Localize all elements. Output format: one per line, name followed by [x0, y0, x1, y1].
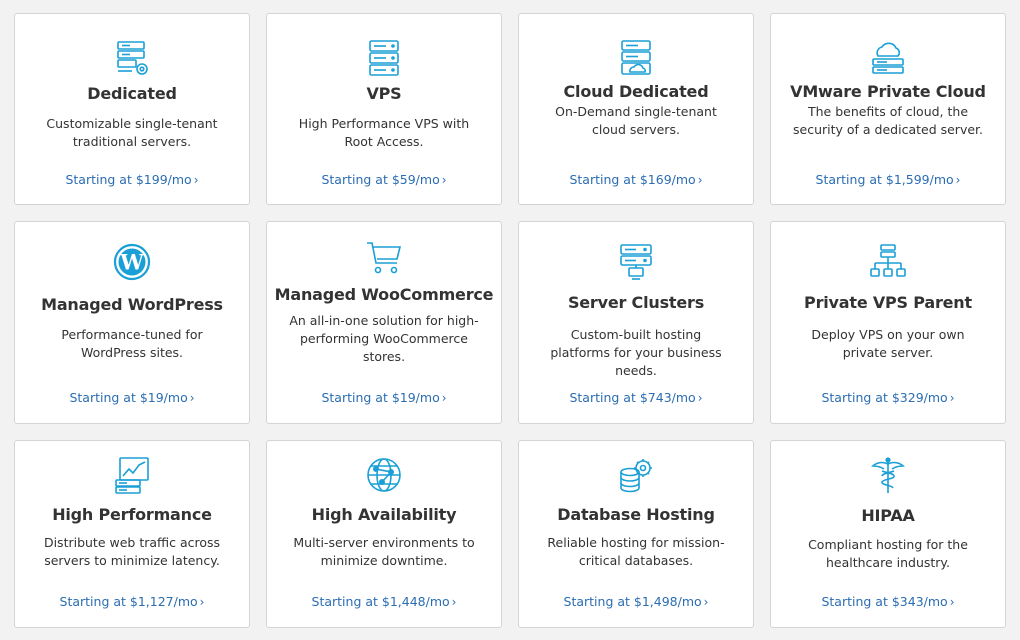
starting-price-link[interactable]: Starting at $743/mo › — [519, 390, 753, 405]
starting-price-link[interactable]: Starting at $19/mo › — [267, 390, 501, 405]
product-card[interactable]: High Performance Distribute web traffic a… — [14, 440, 250, 628]
server-gear-icon — [112, 38, 152, 78]
chevron-right-icon: › — [199, 595, 205, 609]
starting-price-link[interactable]: Starting at $169/mo › — [519, 172, 753, 187]
starting-price-link[interactable]: Starting at $1,448/mo › — [267, 594, 501, 609]
product-card[interactable]: VPS High Performance VPS with Root Access… — [266, 13, 502, 205]
chevron-right-icon: › — [441, 173, 447, 187]
starting-price-link[interactable]: Starting at $59/mo › — [267, 172, 501, 187]
chevron-right-icon: › — [441, 391, 447, 405]
product-description: Performance-tuned for WordPress sites. — [61, 327, 203, 360]
chevron-right-icon: › — [949, 391, 955, 405]
product-card[interactable]: Server Clusters Custom-built hosting plat… — [518, 221, 754, 424]
product-description: Compliant hosting for the healthcare ind… — [808, 537, 968, 570]
product-description: On-Demand single-tenant cloud servers. — [555, 104, 717, 137]
product-description: Customizable single-tenant traditional s… — [46, 116, 218, 149]
chevron-right-icon: › — [697, 391, 703, 405]
svg-text:W: W — [119, 250, 144, 275]
product-card[interactable]: W Managed WordPress Performance-tuned for … — [14, 221, 250, 424]
price-label: Starting at $743/mo — [569, 390, 696, 405]
product-title: Private VPS Parent — [804, 293, 972, 312]
product-description: Deploy VPS on your own private server. — [811, 327, 965, 360]
starting-price-link[interactable]: Starting at $1,599/mo › — [771, 172, 1005, 187]
wordpress-icon: W — [112, 242, 152, 282]
price-label: Starting at $199/mo — [65, 172, 192, 187]
price-label: Starting at $59/mo — [321, 172, 440, 187]
starting-price-link[interactable]: Starting at $19/mo › — [15, 390, 249, 405]
server-cluster-icon — [616, 242, 656, 282]
product-title: High Performance — [52, 505, 212, 524]
price-label: Starting at $1,498/mo — [563, 594, 702, 609]
product-title: High Availability — [311, 505, 457, 524]
product-description: Custom-built hosting platforms for your … — [550, 327, 722, 378]
chevron-right-icon: › — [703, 595, 709, 609]
product-card[interactable]: Private VPS Parent Deploy VPS on your own… — [770, 221, 1006, 424]
product-description: An all-in-one solution for high-performi… — [289, 313, 479, 364]
product-title: Managed WordPress — [41, 295, 223, 314]
chevron-right-icon: › — [189, 391, 195, 405]
price-label: Starting at $343/mo — [821, 594, 948, 609]
price-label: Starting at $19/mo — [321, 390, 440, 405]
starting-price-link[interactable]: Starting at $343/mo › — [771, 594, 1005, 609]
product-description: The benefits of cloud, the security of a… — [793, 104, 983, 137]
product-card[interactable]: Managed WooCommerce An all-in-one solutio… — [266, 221, 502, 424]
product-card[interactable]: Cloud Dedicated On-Demand single-tenant c… — [518, 13, 754, 205]
product-description: Distribute web traffic across servers to… — [43, 535, 221, 568]
chevron-right-icon: › — [193, 173, 199, 187]
network-tree-icon — [868, 242, 908, 282]
chevron-right-icon: › — [949, 595, 955, 609]
product-title: Cloud Dedicated — [563, 82, 709, 101]
server-stack-icon — [364, 38, 404, 78]
product-title: Server Clusters — [567, 293, 705, 312]
price-label: Starting at $19/mo — [69, 390, 188, 405]
product-title: HIPAA — [861, 506, 915, 525]
product-description: Multi-server environments to minimize do… — [293, 535, 475, 568]
shopping-cart-icon — [364, 238, 404, 278]
product-description: High Performance VPS with Root Access. — [298, 116, 470, 149]
price-label: Starting at $1,599/mo — [815, 172, 954, 187]
cloud-stack-icon — [868, 38, 908, 78]
price-label: Starting at $329/mo — [821, 390, 948, 405]
performance-chart-icon — [112, 455, 152, 495]
product-title: Managed WooCommerce — [274, 285, 494, 304]
product-description: Reliable hosting for mission-critical da… — [547, 535, 725, 568]
starting-price-link[interactable]: Starting at $199/mo › — [15, 172, 249, 187]
product-title: VMware Private Cloud — [790, 82, 986, 101]
starting-price-link[interactable]: Starting at $1,127/mo › — [15, 594, 249, 609]
product-card[interactable]: HIPAA Compliant hosting for the healthcar… — [770, 440, 1006, 628]
product-title: Database Hosting — [557, 505, 715, 524]
product-title: VPS — [366, 84, 402, 103]
product-title: Dedicated — [87, 84, 177, 103]
chevron-right-icon: › — [697, 173, 703, 187]
product-card[interactable]: High Availability Multi-server environmen… — [266, 440, 502, 628]
chevron-right-icon: › — [955, 173, 961, 187]
product-card[interactable]: Database Hosting Reliable hosting for mis… — [518, 440, 754, 628]
product-card[interactable]: VMware Private Cloud The benefits of clou… — [770, 13, 1006, 205]
cloud-server-icon — [616, 38, 656, 78]
database-gear-icon — [616, 455, 656, 495]
product-grid: Dedicated Customizable single-tenant trad… — [0, 0, 1020, 640]
price-label: Starting at $169/mo — [569, 172, 696, 187]
globe-network-icon — [364, 455, 404, 495]
starting-price-link[interactable]: Starting at $329/mo › — [771, 390, 1005, 405]
chevron-right-icon: › — [451, 595, 457, 609]
price-label: Starting at $1,448/mo — [311, 594, 450, 609]
price-label: Starting at $1,127/mo — [59, 594, 198, 609]
product-card[interactable]: Dedicated Customizable single-tenant trad… — [14, 13, 250, 205]
starting-price-link[interactable]: Starting at $1,498/mo › — [519, 594, 753, 609]
caduceus-icon — [868, 455, 908, 495]
